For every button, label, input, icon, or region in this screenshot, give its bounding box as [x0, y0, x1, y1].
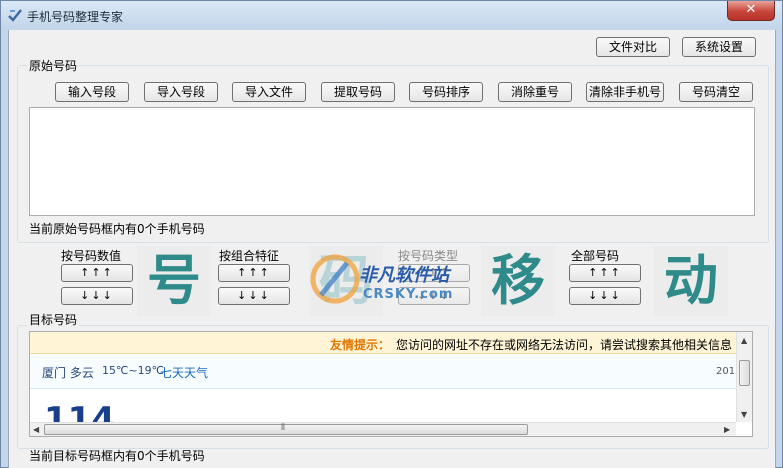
decor-char-dong: 动 — [654, 246, 728, 316]
horizontal-scroll-thumb[interactable]: ⦀ — [44, 423, 528, 435]
scroll-up-icon[interactable]: ▲ — [741, 336, 747, 345]
vertical-scroll-thumb[interactable] — [739, 360, 750, 386]
target-browser-view[interactable]: 友情提示： 您访问的网址不存在或网络无法访问，请尝试搜索其他相关信息 厦门 多云… — [29, 331, 753, 437]
tip-title: 友情提示： — [330, 338, 391, 352]
sort-all-asc-button[interactable]: ↑↑↑ — [569, 264, 641, 282]
sort-by-combo-label: 按组合特征 — [219, 249, 280, 263]
scroll-left-icon[interactable]: ◀ — [33, 425, 39, 434]
sort-combo-asc-button[interactable]: ↑↑↑ — [218, 264, 290, 282]
system-settings-button[interactable]: 系统设置 — [682, 37, 756, 57]
clear-numbers-button[interactable]: 号码清空 — [679, 82, 753, 102]
weather-bar: 厦门 多云 15℃~19℃ 七天天气 2013 — [30, 355, 741, 389]
source-numbers-textarea[interactable] — [29, 107, 755, 216]
decor-char-hao: 号 — [137, 246, 211, 316]
seven-day-weather-link[interactable]: 七天天气 — [160, 364, 208, 381]
title-bar[interactable]: 手机号码整理专家 ✕ — [1, 1, 782, 29]
sort-all-label: 全部号码 — [571, 249, 620, 263]
extract-numbers-button[interactable]: 提取号码 — [321, 82, 395, 102]
sort-numbers-button[interactable]: 号码排序 — [409, 82, 483, 102]
close-button[interactable]: ✕ — [727, 1, 775, 21]
tip-bar: 友情提示： 您访问的网址不存在或网络无法访问，请尝试搜索其他相关信息 — [30, 332, 736, 354]
target-group-label: 目标号码 — [27, 313, 80, 327]
sort-value-asc-button[interactable]: ↑↑↑ — [61, 264, 133, 282]
decor-char-yi: 移 — [481, 246, 555, 316]
sort-value-desc-button[interactable]: ↓↓↓ — [61, 287, 133, 305]
source-group-label: 原始号码 — [27, 59, 80, 73]
crsky-watermark: 非凡软件站 CRSKY.com — [307, 249, 479, 315]
remove-non-mobile-button[interactable]: 清除非手机号 — [586, 82, 664, 102]
vertical-scrollbar[interactable]: ▲ ▼ — [736, 332, 752, 422]
import-segment-button[interactable]: 导入号段 — [144, 82, 218, 102]
sort-all-desc-button[interactable]: ↓↓↓ — [569, 287, 641, 305]
watermark-text-en: CRSKY.com — [363, 287, 454, 302]
horizontal-scrollbar[interactable]: ◀ ⦀ ▶ — [30, 422, 736, 436]
file-compare-button[interactable]: 文件对比 — [596, 37, 670, 57]
sort-combo-desc-button[interactable]: ↓↓↓ — [218, 287, 290, 305]
window-title: 手机号码整理专家 — [27, 10, 124, 24]
app-window: 手机号码整理专家 ✕ 文件对比 系统设置 原始号码 输入号段 导入号段 导入文件… — [0, 0, 783, 468]
target-status-text: 当前目标号码框内有0个手机号码 — [29, 449, 205, 463]
scroll-down-icon[interactable]: ▼ — [741, 410, 747, 419]
weather-temp: 15℃~19℃ — [102, 364, 164, 377]
sort-by-value-label: 按号码数值 — [61, 249, 122, 263]
watermark-text-cn: 非凡软件站 — [359, 265, 449, 286]
remove-duplicates-button[interactable]: 消除重号 — [498, 82, 572, 102]
scroll-grip-icon: ⦀ — [281, 423, 285, 433]
import-file-button[interactable]: 导入文件 — [232, 82, 306, 102]
watermark-logo-icon — [310, 254, 360, 304]
input-segment-button[interactable]: 输入号段 — [55, 82, 129, 102]
scroll-right-icon[interactable]: ▶ — [724, 425, 730, 434]
weather-city: 厦门 多云 — [42, 366, 94, 380]
app-icon — [8, 9, 22, 22]
source-status-text: 当前原始号码框内有0个手机号码 — [29, 222, 205, 236]
tip-message: 您访问的网址不存在或网络无法访问，请尝试搜索其他相关信息 — [396, 338, 733, 352]
